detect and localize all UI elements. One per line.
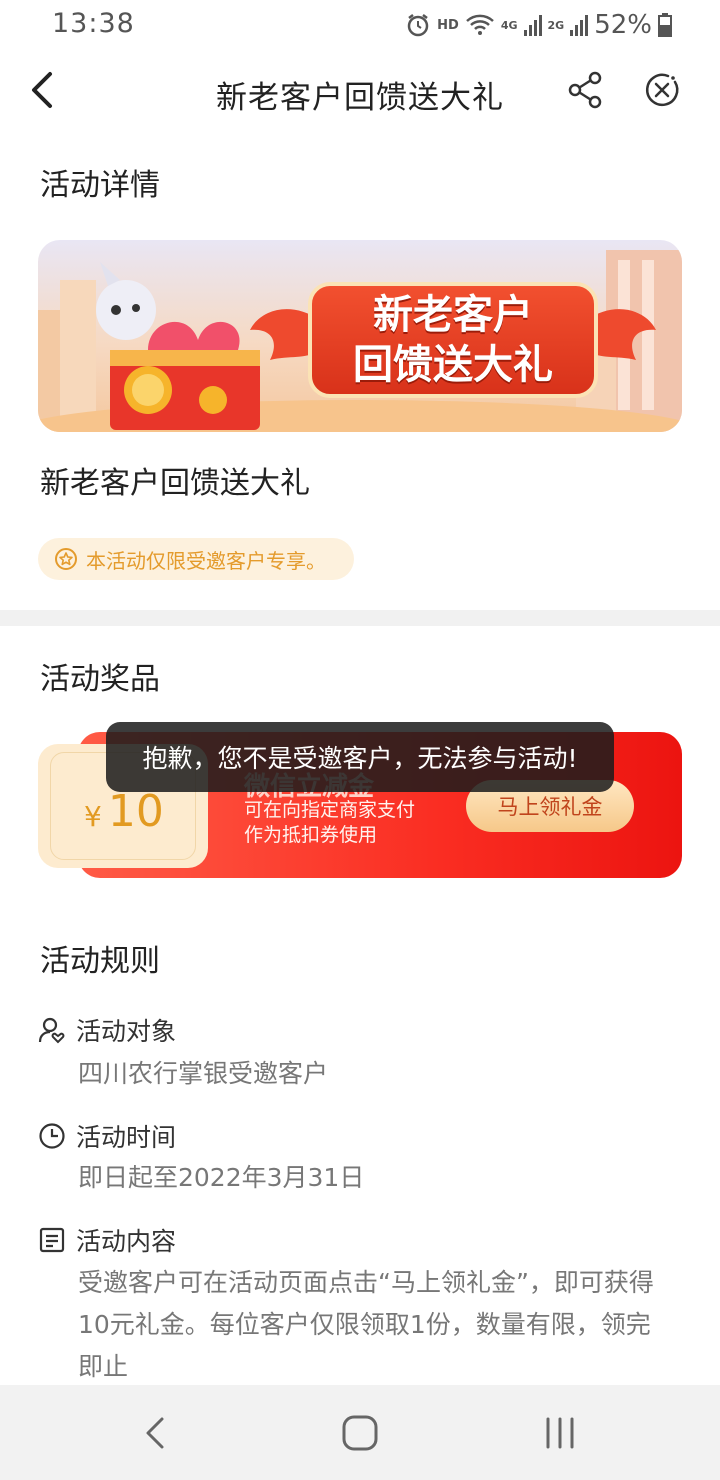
coupon-value: 10 — [107, 786, 164, 837]
details-section-title: 活动详情 — [40, 168, 160, 203]
rule-time-row: 活动时间 — [38, 1118, 176, 1154]
activity-name: 新老客户回馈送大礼 — [40, 466, 310, 501]
nav-back-icon — [146, 1417, 164, 1449]
coupon-amount: ¥10 — [84, 786, 164, 837]
alarm-icon — [407, 14, 429, 37]
hd-badge: HD — [437, 17, 459, 33]
activity-banner[interactable]: 新老客户 回馈送大礼 — [38, 240, 682, 432]
notice-text: 本活动仅限受邀客户专享。 — [86, 548, 326, 573]
badge-star-icon — [55, 548, 77, 570]
prizes-section-title: 活动奖品 — [40, 662, 160, 697]
system-nav-bar — [0, 1385, 720, 1480]
network-4g: 4G — [500, 18, 518, 32]
rule-content-label: 活动内容 — [76, 1227, 177, 1256]
nav-home-icon — [342, 1415, 378, 1451]
nav-back-button[interactable] — [142, 1413, 172, 1453]
wifi-icon — [465, 14, 494, 35]
rule-time-value: 即日起至2022年3月31日 — [78, 1163, 365, 1192]
status-time: 13:38 — [52, 8, 135, 39]
section-divider — [0, 610, 720, 626]
share-button[interactable] — [566, 70, 606, 110]
banner-title-line2: 回馈送大礼 — [353, 342, 553, 388]
share-icon — [568, 71, 602, 109]
banner-title-block: 新老客户 回馈送大礼 — [308, 282, 598, 398]
nav-recents-button[interactable] — [540, 1413, 580, 1453]
page-title: 新老客户回馈送大礼 — [216, 80, 504, 116]
signal-icon-2 — [570, 15, 589, 36]
rules-section-title: 活动规则 — [40, 944, 160, 979]
rule-time-label: 活动时间 — [76, 1123, 177, 1152]
rule-content-row: 活动内容 — [38, 1222, 176, 1258]
battery-icon — [658, 13, 672, 37]
rule-target-label: 活动对象 — [76, 1017, 177, 1046]
signal-icon-1 — [523, 15, 542, 36]
app-header: 新老客户回馈送大礼 — [0, 52, 720, 132]
rule-content-value: 受邀客户可在活动页面点击“马上领礼金”，即可获得10元礼金。每位客户仅限领取1份… — [78, 1268, 654, 1381]
close-button[interactable] — [642, 70, 682, 110]
battery-percent: 52% — [594, 10, 652, 40]
document-icon — [39, 1227, 65, 1253]
rule-target-row: 活动对象 — [38, 1012, 176, 1048]
nav-home-button[interactable] — [340, 1413, 380, 1453]
error-toast: 抱歉，您不是受邀客户，无法参与活动! — [106, 722, 614, 792]
network-2g: 2G — [547, 18, 565, 32]
status-bar: 13:38 HD 4G 2G 52% — [0, 0, 720, 52]
nav-recents-icon — [546, 1417, 574, 1449]
clock-icon — [39, 1123, 65, 1149]
currency-symbol: ¥ — [84, 800, 102, 833]
coupon-description: 可在向指定商家支付作为抵扣券使用 — [244, 799, 416, 846]
invite-only-notice: 本活动仅限受邀客户专享。 — [38, 538, 354, 580]
status-icons: HD 4G 2G 52% — [405, 10, 672, 40]
banner-title-line1: 新老客户 — [373, 292, 533, 338]
close-circle-icon — [646, 73, 679, 107]
rule-target-value: 四川农行掌银受邀客户 — [78, 1059, 329, 1088]
user-heart-icon — [38, 1017, 65, 1044]
